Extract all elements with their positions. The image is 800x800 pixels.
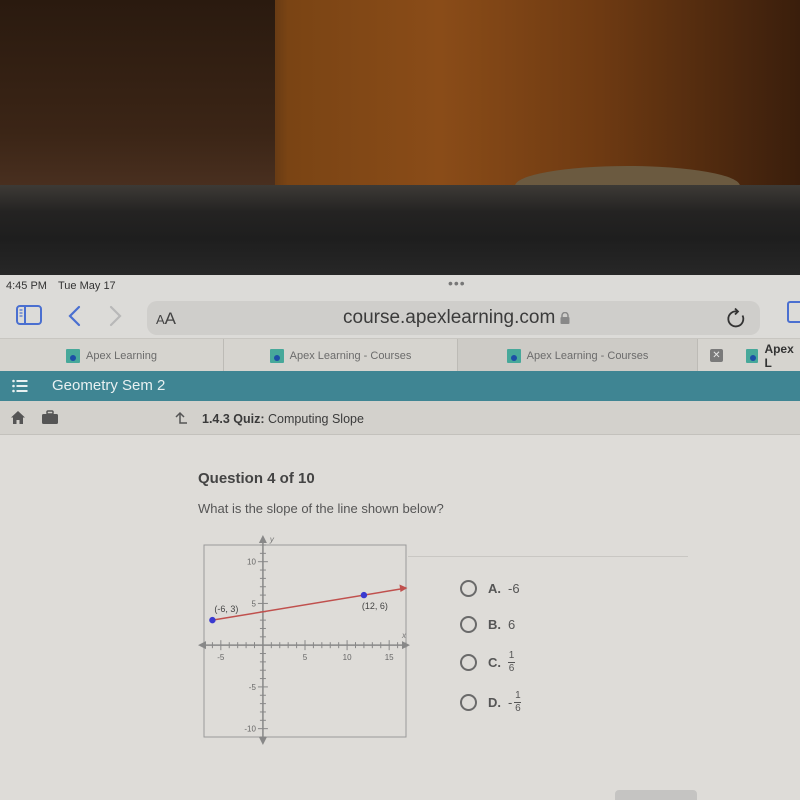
breadcrumb-section: 1.4.3 [202,412,230,426]
x-tick-label: -5 [217,653,225,662]
fraction-numerator: 1 [508,649,515,661]
chevron-right-icon [109,305,122,327]
divider [408,556,688,557]
y-axis-label: y [269,535,275,544]
radio-button[interactable] [460,653,477,671]
text-size-button[interactable]: AA [156,309,176,329]
reload-icon[interactable] [725,307,749,331]
y-tick-label: -10 [244,725,256,734]
answer-value: -6 [508,580,520,596]
y-tick-label: 10 [247,558,256,567]
y-axis-arrow-down [258,737,267,745]
breadcrumb-name: Computing Slope [268,412,364,426]
apex-favicon-icon [269,348,284,363]
quiz-content: Question 4 of 10 What is the slope of th… [0,435,800,800]
x-tick-label: 15 [385,653,394,662]
answer-letter: C. [488,654,501,670]
sidebar-toggle-button[interactable] [16,305,42,325]
multitasking-dots[interactable]: ••• [448,275,466,291]
address-bar[interactable]: AA course.apexlearning.com [147,301,760,335]
background-photo [0,0,800,206]
device-bezel [0,185,800,275]
answer-letter: B. [488,616,501,632]
answer-option-b[interactable]: B. 6 [460,611,600,637]
fraction-numerator: 1 [515,689,521,701]
tablet-screen: 4:45 PM Tue May 17 ••• AA course.apexlea… [0,275,800,800]
tab-label: Apex Learning [86,349,157,362]
next-question-button[interactable] [615,790,697,800]
y-tick-label: 5 [251,599,256,608]
browser-tab-3-active[interactable]: Apex Learning - Courses [458,339,698,372]
background-wall [0,0,275,190]
fraction-sign: - [508,694,513,710]
tab-label: Apex L [764,341,794,370]
answer-option-d[interactable]: D. - 1 6 [460,689,600,715]
browser-tab-2[interactable]: Apex Learning - Courses [224,339,458,372]
sidebar-icon [16,305,42,325]
up-arrow-icon[interactable] [174,411,188,425]
answer-option-a[interactable]: A. -6 [460,575,600,601]
home-icon[interactable] [10,410,26,425]
answer-letter: A. [488,580,501,596]
chevron-left-icon [68,305,81,327]
data-point [209,616,216,624]
tab-label: Apex Learning - Courses [289,349,412,362]
answer-fraction: 1 6 [514,689,522,714]
breadcrumb-bar: 1.4.3 Quiz: Computing Slope [0,401,800,435]
answer-fraction: 1 6 [508,649,515,674]
x-tick-label: 10 [343,653,352,662]
breadcrumb[interactable]: 1.4.3 Quiz: Computing Slope [202,412,364,426]
answer-value: 6 [508,616,516,632]
x-tick-label: 5 [303,653,308,662]
back-button[interactable] [62,303,86,329]
forward-button[interactable] [104,303,128,329]
question-number: Question 4 of 10 [198,470,315,487]
fraction-denominator: 6 [515,702,521,714]
course-header: Geometry Sem 2 [0,371,800,401]
answer-option-c[interactable]: C. 1 6 [460,649,600,675]
apex-favicon-icon [746,348,759,363]
point-label: (-6, 3) [214,604,238,614]
radio-button[interactable] [460,579,477,597]
status-date: Tue May 17 [58,280,116,292]
y-axis-arrow-up [258,535,267,543]
browser-tab-1[interactable]: Apex Learning [0,339,224,372]
status-bar: 4:45 PM Tue May 17 ••• [0,275,800,295]
briefcase-icon[interactable] [41,410,59,425]
answer-letter: D. [488,694,501,710]
y-tick-label: -5 [249,683,257,692]
question-prompt: What is the slope of the line shown belo… [198,501,444,516]
browser-tab-4[interactable]: Apex L [740,339,800,372]
point-label: (12, 6) [362,601,388,611]
browser-tab-bar: Apex Learning Apex Learning - Courses Ap… [0,338,800,372]
lock-icon [560,312,570,324]
tab-label: Apex Learning - Courses [526,349,649,362]
close-tab-icon[interactable]: ✕ [710,349,723,362]
fraction-denominator: 6 [508,662,515,674]
slope-graph: -5 5 10 15105-5-10xy(-6, 3) (12, 6) [198,535,410,745]
share-button[interactable] [787,301,800,323]
browser-toolbar: AA course.apexlearning.com [0,297,800,339]
status-time: 4:45 PM [6,280,47,292]
breadcrumb-type: Quiz: [233,412,265,426]
x-axis-arrow-left [198,641,206,650]
apex-favicon-icon [66,348,81,363]
menu-list-icon[interactable] [12,379,28,393]
radio-button[interactable] [460,615,477,633]
apex-favicon-icon [506,348,521,363]
course-title: Geometry Sem 2 [52,377,166,394]
url-text[interactable]: course.apexlearning.com [343,307,555,329]
radio-button[interactable] [460,693,477,711]
data-point [360,591,368,599]
